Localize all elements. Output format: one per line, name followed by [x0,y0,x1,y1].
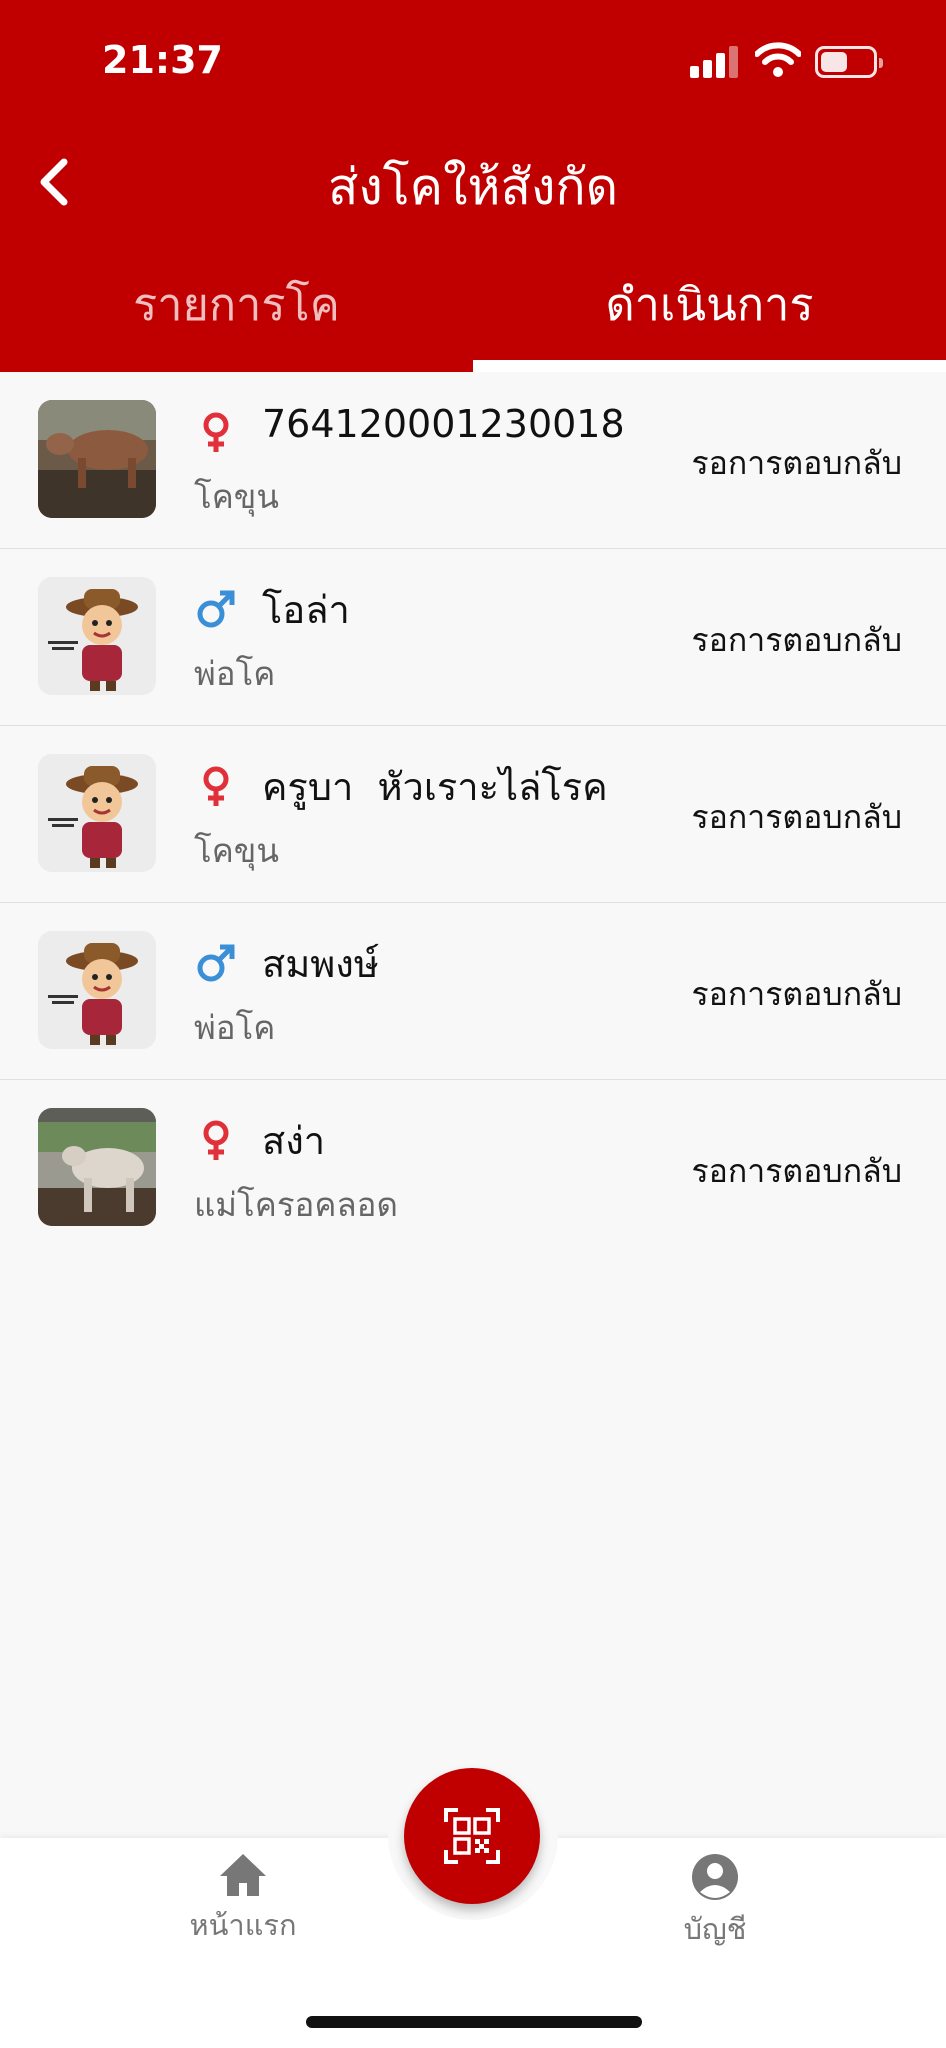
home-icon [220,1854,266,1896]
cow-type: พ่อโค [194,654,276,693]
cow-type: โคขุน [194,477,279,516]
status-text: รอการตอบกลับ [691,1152,902,1190]
cow-name: สง่า [262,1119,326,1163]
home-indicator [306,2016,642,2028]
status-time: 21:37 [102,38,223,82]
battery-icon [815,46,883,78]
cow-name: โอล่า [262,588,350,632]
page-title: ส่งโคให้สังกัด [327,158,619,216]
cow-type: แม่โครอคลอด [194,1185,398,1224]
male-icon [197,944,235,982]
status-text: รอการตอบกลับ [691,975,902,1013]
cow-name: ครูบา หัวเราะไล่โรค [262,765,608,809]
farmer-cartoon [38,577,156,695]
cow-list: 764120001230018 โคขุน รอการตอบกลับ โอล่า… [0,372,946,1257]
male-icon [197,590,235,628]
nav-home[interactable]: หน้าแรก [168,1848,318,1948]
farmer-cartoon [38,754,156,872]
account-icon [692,1854,738,1900]
nav-account[interactable]: บัญชี [640,1848,790,1952]
cow-type: พ่อโค [194,1008,276,1047]
tab-cow-list[interactable]: รายการโค [0,268,473,340]
status-text: รอการตอบกลับ [691,621,902,659]
list-item[interactable]: โอล่า พ่อโค รอการตอบกลับ [0,549,946,726]
tab-in-progress[interactable]: ดำเนินการ [473,268,946,340]
cow-photo [38,400,156,518]
list-item[interactable]: 764120001230018 โคขุน รอการตอบกลับ [0,372,946,549]
female-icon [203,1120,229,1160]
female-icon [203,412,229,452]
female-icon [203,766,229,806]
nav-home-label: หน้าแรก [189,1908,297,1942]
list-item[interactable]: ครูบา หัวเราะไล่โรค โคขุน รอการตอบกลับ [0,726,946,903]
list-item[interactable]: สมพงษ์ พ่อโค รอการตอบกลับ [0,903,946,1080]
nav-account-label: บัญชี [683,1912,747,1946]
qr-scan-button[interactable] [404,1768,540,1904]
cellular-signal-icon [690,46,738,78]
active-tab-indicator [473,360,946,372]
status-text: รอการตอบกลับ [691,798,902,836]
list-item[interactable]: สง่า แม่โครอคลอด รอการตอบกลับ [0,1080,946,1257]
qr-scan-icon [444,1808,500,1864]
cow-photo [38,1108,156,1226]
app-header: 21:37 ส่งโคให้สังกัด รายการโค ดำเนินการ [0,0,946,372]
wifi-icon [755,42,801,77]
farmer-cartoon [38,931,156,1049]
cow-type: โคขุน [194,831,279,870]
status-text: รอการตอบกลับ [691,444,902,482]
cow-name: สมพงษ์ [262,942,379,986]
cow-name: 764120001230018 [262,402,625,446]
